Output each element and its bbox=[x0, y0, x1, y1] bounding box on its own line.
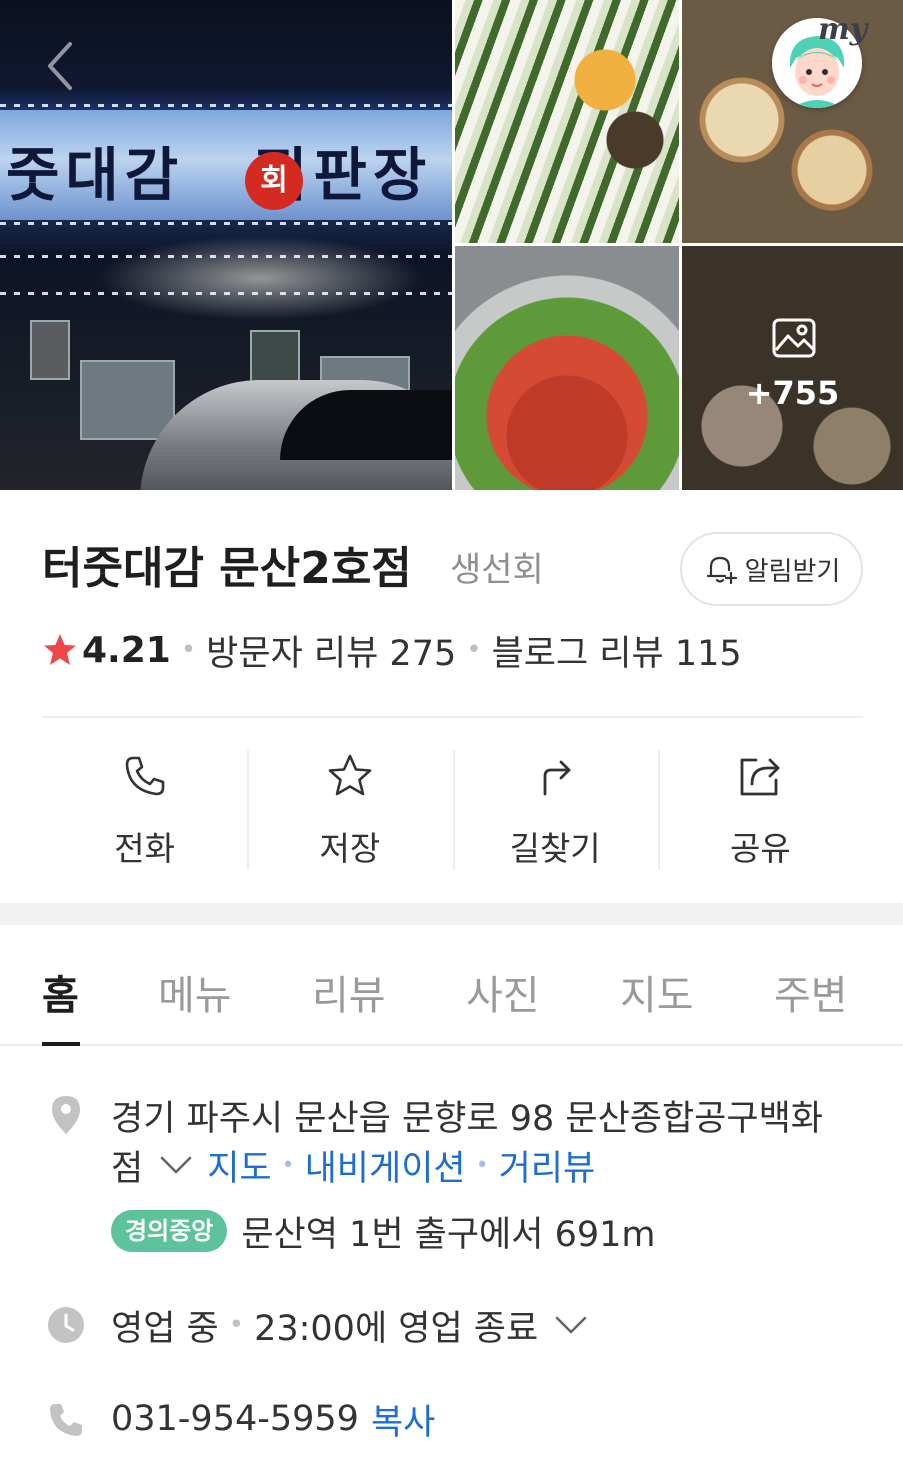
photo-storefront[interactable]: 줏대감 직판장 회 bbox=[0, 0, 452, 490]
location-pin-icon bbox=[52, 1096, 80, 1134]
store-poster bbox=[30, 320, 70, 380]
save-label: 저장 bbox=[319, 829, 381, 868]
directions-button[interactable]: 길찾기 bbox=[452, 750, 658, 870]
separator-dot: • bbox=[475, 1152, 489, 1178]
star-filled-icon bbox=[44, 634, 76, 665]
phone-icon bbox=[50, 1404, 82, 1436]
separator-dot: • bbox=[466, 635, 482, 665]
photo-more-count: +755 bbox=[745, 374, 840, 412]
star-outline-icon bbox=[328, 754, 372, 796]
address-line-continued: 점 bbox=[111, 1148, 144, 1189]
share-icon bbox=[740, 758, 780, 796]
phone-icon bbox=[125, 756, 164, 796]
photo-gallery[interactable]: 줏대감 직판장 회 +755 bbox=[0, 0, 903, 490]
image-icon bbox=[772, 318, 816, 358]
tab-nearby[interactable]: 주변 bbox=[774, 963, 848, 1021]
photo-overlay bbox=[682, 246, 903, 490]
hours-detail: 23:00에 영업 종료 bbox=[254, 1308, 539, 1349]
directions-label: 길찾기 bbox=[509, 829, 601, 868]
chevron-down-icon[interactable] bbox=[554, 1313, 588, 1337]
photo-dish-3[interactable] bbox=[455, 246, 679, 490]
hours-row[interactable]: 영업 중 • 23:00에 영업 종료 bbox=[111, 1302, 602, 1349]
separator-dot: • bbox=[180, 635, 197, 665]
share-button[interactable]: 공유 bbox=[657, 750, 863, 870]
divider bbox=[42, 716, 863, 718]
map-link[interactable]: 지도 bbox=[207, 1140, 271, 1191]
rating-row: 4.21 • 방문자 리뷰 275 • 블로그 리뷰 115 bbox=[42, 626, 742, 674]
rating-value: 4.21 bbox=[82, 629, 171, 671]
my-label: my bbox=[818, 12, 868, 47]
directions-icon bbox=[543, 760, 571, 796]
share-label: 공유 bbox=[730, 829, 791, 868]
tab-map[interactable]: 지도 bbox=[620, 963, 694, 1021]
photo-more[interactable]: +755 bbox=[682, 246, 903, 490]
place-category: 생선회 bbox=[450, 550, 544, 590]
tab-reviews[interactable]: 리뷰 bbox=[312, 963, 386, 1021]
chevron-down-icon[interactable] bbox=[159, 1153, 193, 1177]
call-button[interactable]: 전화 bbox=[42, 750, 247, 870]
tab-photos[interactable]: 사진 bbox=[466, 963, 540, 1021]
separator-dot: • bbox=[281, 1152, 295, 1178]
store-sign-text: 줏대감 직판장 bbox=[6, 141, 433, 209]
hours-status: 영업 중 bbox=[111, 1308, 219, 1349]
phone-row: 031-954-5959 복사 bbox=[111, 1394, 435, 1445]
navigation-link[interactable]: 내비게이션 bbox=[305, 1140, 466, 1191]
notify-label: 알림받기 bbox=[744, 556, 841, 587]
call-label: 전화 bbox=[114, 829, 175, 868]
action-bar: 전화 저장 길찾기 공유 bbox=[42, 750, 863, 870]
clock-icon bbox=[48, 1307, 84, 1343]
decor-lights bbox=[0, 292, 452, 295]
streetview-link[interactable]: 거리뷰 bbox=[499, 1140, 596, 1191]
section-gap bbox=[0, 903, 903, 925]
station-distance: 문산역 1번 출구에서 691m bbox=[241, 1214, 656, 1255]
notify-button[interactable]: 알림받기 bbox=[680, 532, 863, 606]
tab-menu[interactable]: 메뉴 bbox=[158, 963, 232, 1021]
address-line: 경기 파주시 문산읍 문향로 98 문산종합공구백화 bbox=[111, 1099, 823, 1139]
subway-row: 경의중앙 문산역 1번 출구에서 691m bbox=[111, 1208, 656, 1255]
blog-review-link[interactable]: 블로그 리뷰 115 bbox=[492, 625, 742, 676]
decor-lights bbox=[0, 255, 452, 258]
copy-phone-button[interactable]: 복사 bbox=[371, 1394, 435, 1445]
back-chevron-icon[interactable] bbox=[44, 40, 76, 92]
photo-dish-1[interactable] bbox=[455, 0, 679, 243]
save-button[interactable]: 저장 bbox=[247, 750, 452, 870]
subway-line-badge: 경의중앙 bbox=[111, 1210, 228, 1252]
decor-lights bbox=[0, 222, 452, 225]
fish-tank bbox=[80, 360, 175, 440]
tab-active-indicator bbox=[42, 1042, 80, 1046]
place-name: 터줏대감 문산2호점 bbox=[42, 543, 412, 594]
tab-bar: 홈 메뉴 리뷰 사진 지도 주변 bbox=[0, 925, 903, 1046]
phone-number[interactable]: 031-954-5959 bbox=[111, 1399, 359, 1439]
separator-dot: • bbox=[228, 1310, 245, 1340]
bell-plus-icon bbox=[706, 556, 737, 585]
visitor-review-link[interactable]: 방문자 리뷰 275 bbox=[206, 625, 456, 676]
decor-lights bbox=[0, 104, 452, 107]
tab-home[interactable]: 홈 bbox=[42, 963, 79, 1021]
store-sign-badge: 회 bbox=[245, 152, 303, 210]
address-row: 점 지도 • 내비게이션 • 거리뷰 bbox=[111, 1143, 595, 1189]
